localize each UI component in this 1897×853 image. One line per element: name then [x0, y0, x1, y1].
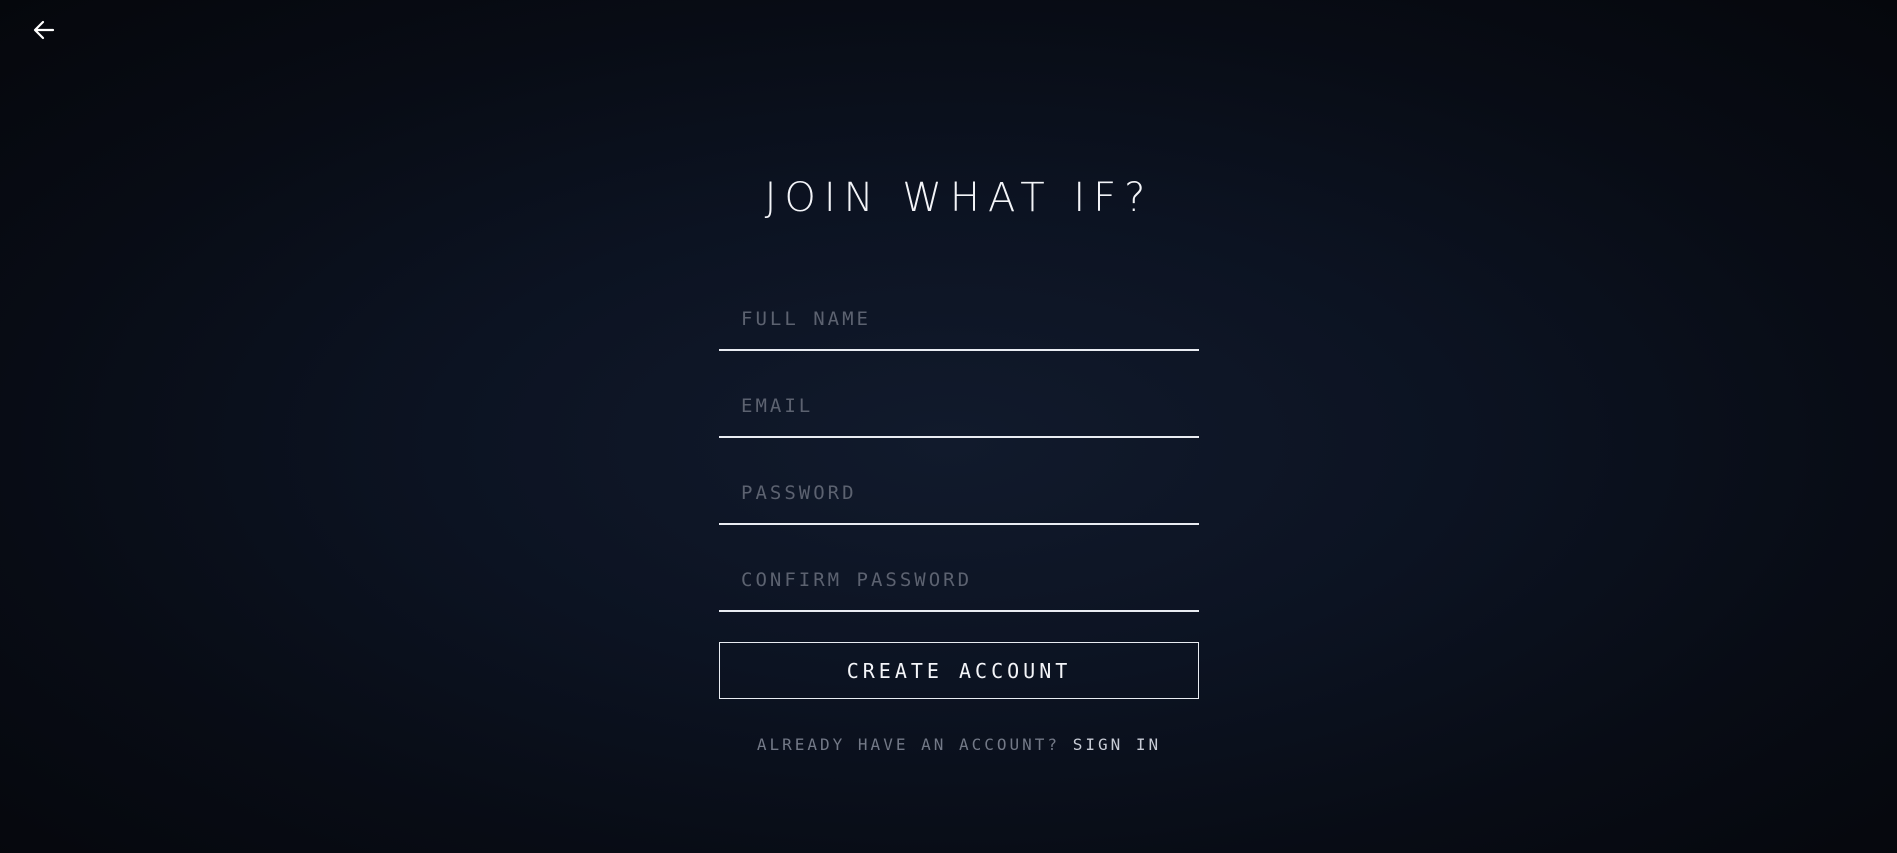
- confirm-password-field-wrap: [719, 525, 1199, 612]
- form-fields: [719, 264, 1199, 612]
- email-field-wrap: [719, 351, 1199, 438]
- confirm-password-input[interactable]: [719, 550, 1199, 612]
- page-title: JOIN WHAT IF?: [764, 175, 1154, 221]
- full-name-field-wrap: [719, 264, 1199, 351]
- email-input[interactable]: [719, 376, 1199, 438]
- create-account-button[interactable]: CREATE ACCOUNT: [719, 642, 1199, 699]
- signin-link[interactable]: SIGN IN: [1073, 735, 1161, 754]
- full-name-input[interactable]: [719, 289, 1199, 351]
- password-field-wrap: [719, 438, 1199, 525]
- password-input[interactable]: [719, 463, 1199, 525]
- signin-prompt: ALREADY HAVE AN ACCOUNT? SIGN IN: [719, 735, 1199, 754]
- arrow-left-icon: [33, 20, 55, 40]
- signup-form: JOIN WHAT IF? CREATE ACCOUNT ALREADY HAV…: [719, 170, 1199, 754]
- signin-prompt-text: ALREADY HAVE AN ACCOUNT?: [756, 735, 1073, 754]
- back-button[interactable]: [30, 16, 58, 44]
